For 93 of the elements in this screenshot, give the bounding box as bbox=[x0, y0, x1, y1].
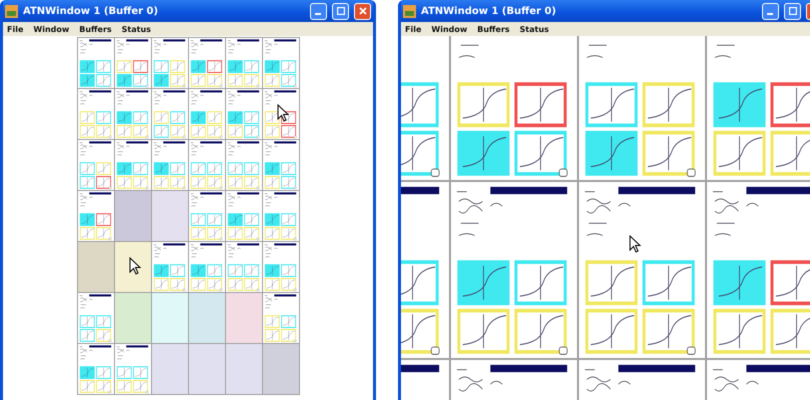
header-bar bbox=[274, 90, 296, 92]
page-control-icon[interactable] bbox=[686, 168, 696, 177]
page-control-icon[interactable] bbox=[686, 346, 696, 355]
handwriting-stroke bbox=[458, 205, 483, 214]
graph-frame[interactable] bbox=[770, 260, 810, 306]
handwriting-stroke bbox=[716, 222, 735, 224]
header-bar bbox=[126, 345, 148, 348]
handwriting-stroke bbox=[712, 369, 724, 370]
header-bar bbox=[88, 141, 111, 144]
handwriting-stroke bbox=[714, 233, 731, 236]
menu-item[interactable]: Buffers bbox=[79, 24, 112, 34]
header-bar bbox=[88, 294, 111, 296]
header-bar bbox=[200, 90, 222, 92]
handwriting-stroke bbox=[458, 55, 475, 58]
handwriting-stroke bbox=[456, 191, 468, 192]
maximize-button[interactable] bbox=[332, 2, 349, 20]
header-bar bbox=[162, 39, 185, 42]
graph-frame[interactable] bbox=[770, 82, 810, 128]
menu-item[interactable]: File bbox=[7, 24, 24, 34]
handwriting-stroke bbox=[586, 233, 603, 236]
handwriting-stroke bbox=[458, 233, 475, 236]
window-title: ATNWindow 1 (Buffer 0) bbox=[421, 6, 558, 16]
header-bar bbox=[162, 243, 185, 246]
handwriting-stroke bbox=[746, 380, 759, 385]
handwriting-stroke bbox=[714, 55, 731, 58]
header-bar bbox=[88, 345, 111, 348]
menu-item[interactable]: Window bbox=[431, 24, 468, 34]
page-thumbnail[interactable] bbox=[262, 89, 298, 139]
menu-item[interactable]: Status bbox=[520, 24, 549, 34]
close-icon bbox=[358, 7, 366, 15]
page-control-icon[interactable] bbox=[430, 168, 440, 177]
header-bar bbox=[200, 243, 222, 246]
handwriting-stroke bbox=[460, 44, 479, 46]
handwriting-stroke bbox=[458, 383, 483, 392]
header-bar bbox=[236, 141, 259, 144]
header-bar bbox=[274, 141, 296, 144]
header-bar bbox=[200, 192, 222, 194]
header-bar bbox=[274, 192, 296, 194]
handwriting-stroke bbox=[490, 202, 503, 207]
handwriting-stroke bbox=[584, 191, 596, 192]
handwriting-stroke bbox=[586, 55, 603, 58]
page-control-icon[interactable] bbox=[558, 346, 568, 355]
header-bar bbox=[274, 294, 296, 296]
handwriting-stroke bbox=[588, 222, 607, 224]
maximize-icon bbox=[788, 7, 796, 15]
page-control-icon[interactable] bbox=[430, 346, 440, 355]
graph-frame[interactable] bbox=[514, 82, 567, 128]
page-control-icon[interactable] bbox=[293, 136, 296, 138]
window-title: ATNWindow 1 (Buffer 0) bbox=[23, 6, 160, 16]
header-bar bbox=[236, 90, 259, 92]
handwriting-stroke bbox=[588, 44, 607, 46]
menu-item[interactable]: Buffers bbox=[477, 24, 510, 34]
header-bar bbox=[236, 192, 259, 194]
handwriting-stroke bbox=[584, 369, 596, 370]
header-bar bbox=[126, 90, 148, 92]
header-bar bbox=[236, 39, 259, 42]
page-control-icon[interactable] bbox=[108, 186, 111, 190]
app-icon bbox=[5, 4, 18, 18]
menu-item[interactable]: Status bbox=[122, 24, 151, 34]
handwriting-stroke bbox=[586, 383, 611, 392]
page-control-icon[interactable] bbox=[558, 168, 568, 177]
close-button[interactable] bbox=[354, 2, 371, 20]
header-bar bbox=[88, 192, 111, 194]
menu-item[interactable]: Window bbox=[33, 24, 70, 34]
header-bar bbox=[236, 243, 259, 246]
header-bar bbox=[200, 141, 222, 144]
header-bar bbox=[274, 243, 296, 246]
handwriting-stroke bbox=[586, 205, 611, 214]
header-bar bbox=[88, 90, 111, 92]
handwriting-stroke bbox=[746, 202, 759, 207]
header-bar bbox=[200, 39, 222, 42]
header-bar bbox=[162, 141, 185, 144]
header-bar bbox=[274, 39, 296, 42]
minimize-button[interactable] bbox=[762, 2, 779, 20]
handwriting-stroke bbox=[460, 222, 479, 224]
app-icon bbox=[403, 4, 416, 18]
handwriting-stroke bbox=[618, 202, 631, 207]
handwriting-stroke bbox=[618, 380, 631, 385]
minimize-button[interactable] bbox=[310, 2, 327, 20]
handwriting-stroke bbox=[714, 383, 739, 392]
maximize-icon bbox=[336, 7, 344, 15]
maximize-button[interactable] bbox=[784, 2, 801, 20]
header-bar bbox=[126, 39, 148, 42]
menu-item[interactable]: File bbox=[405, 24, 422, 34]
header-bar bbox=[88, 39, 111, 42]
handwriting-stroke bbox=[456, 369, 468, 370]
handwriting-stroke bbox=[490, 380, 503, 385]
header-bar bbox=[126, 141, 148, 144]
handwriting-stroke bbox=[714, 205, 739, 214]
header-bar bbox=[162, 90, 185, 92]
handwriting-stroke bbox=[716, 44, 735, 46]
handwriting-stroke bbox=[712, 191, 724, 192]
page-thumbnail[interactable] bbox=[78, 140, 114, 190]
